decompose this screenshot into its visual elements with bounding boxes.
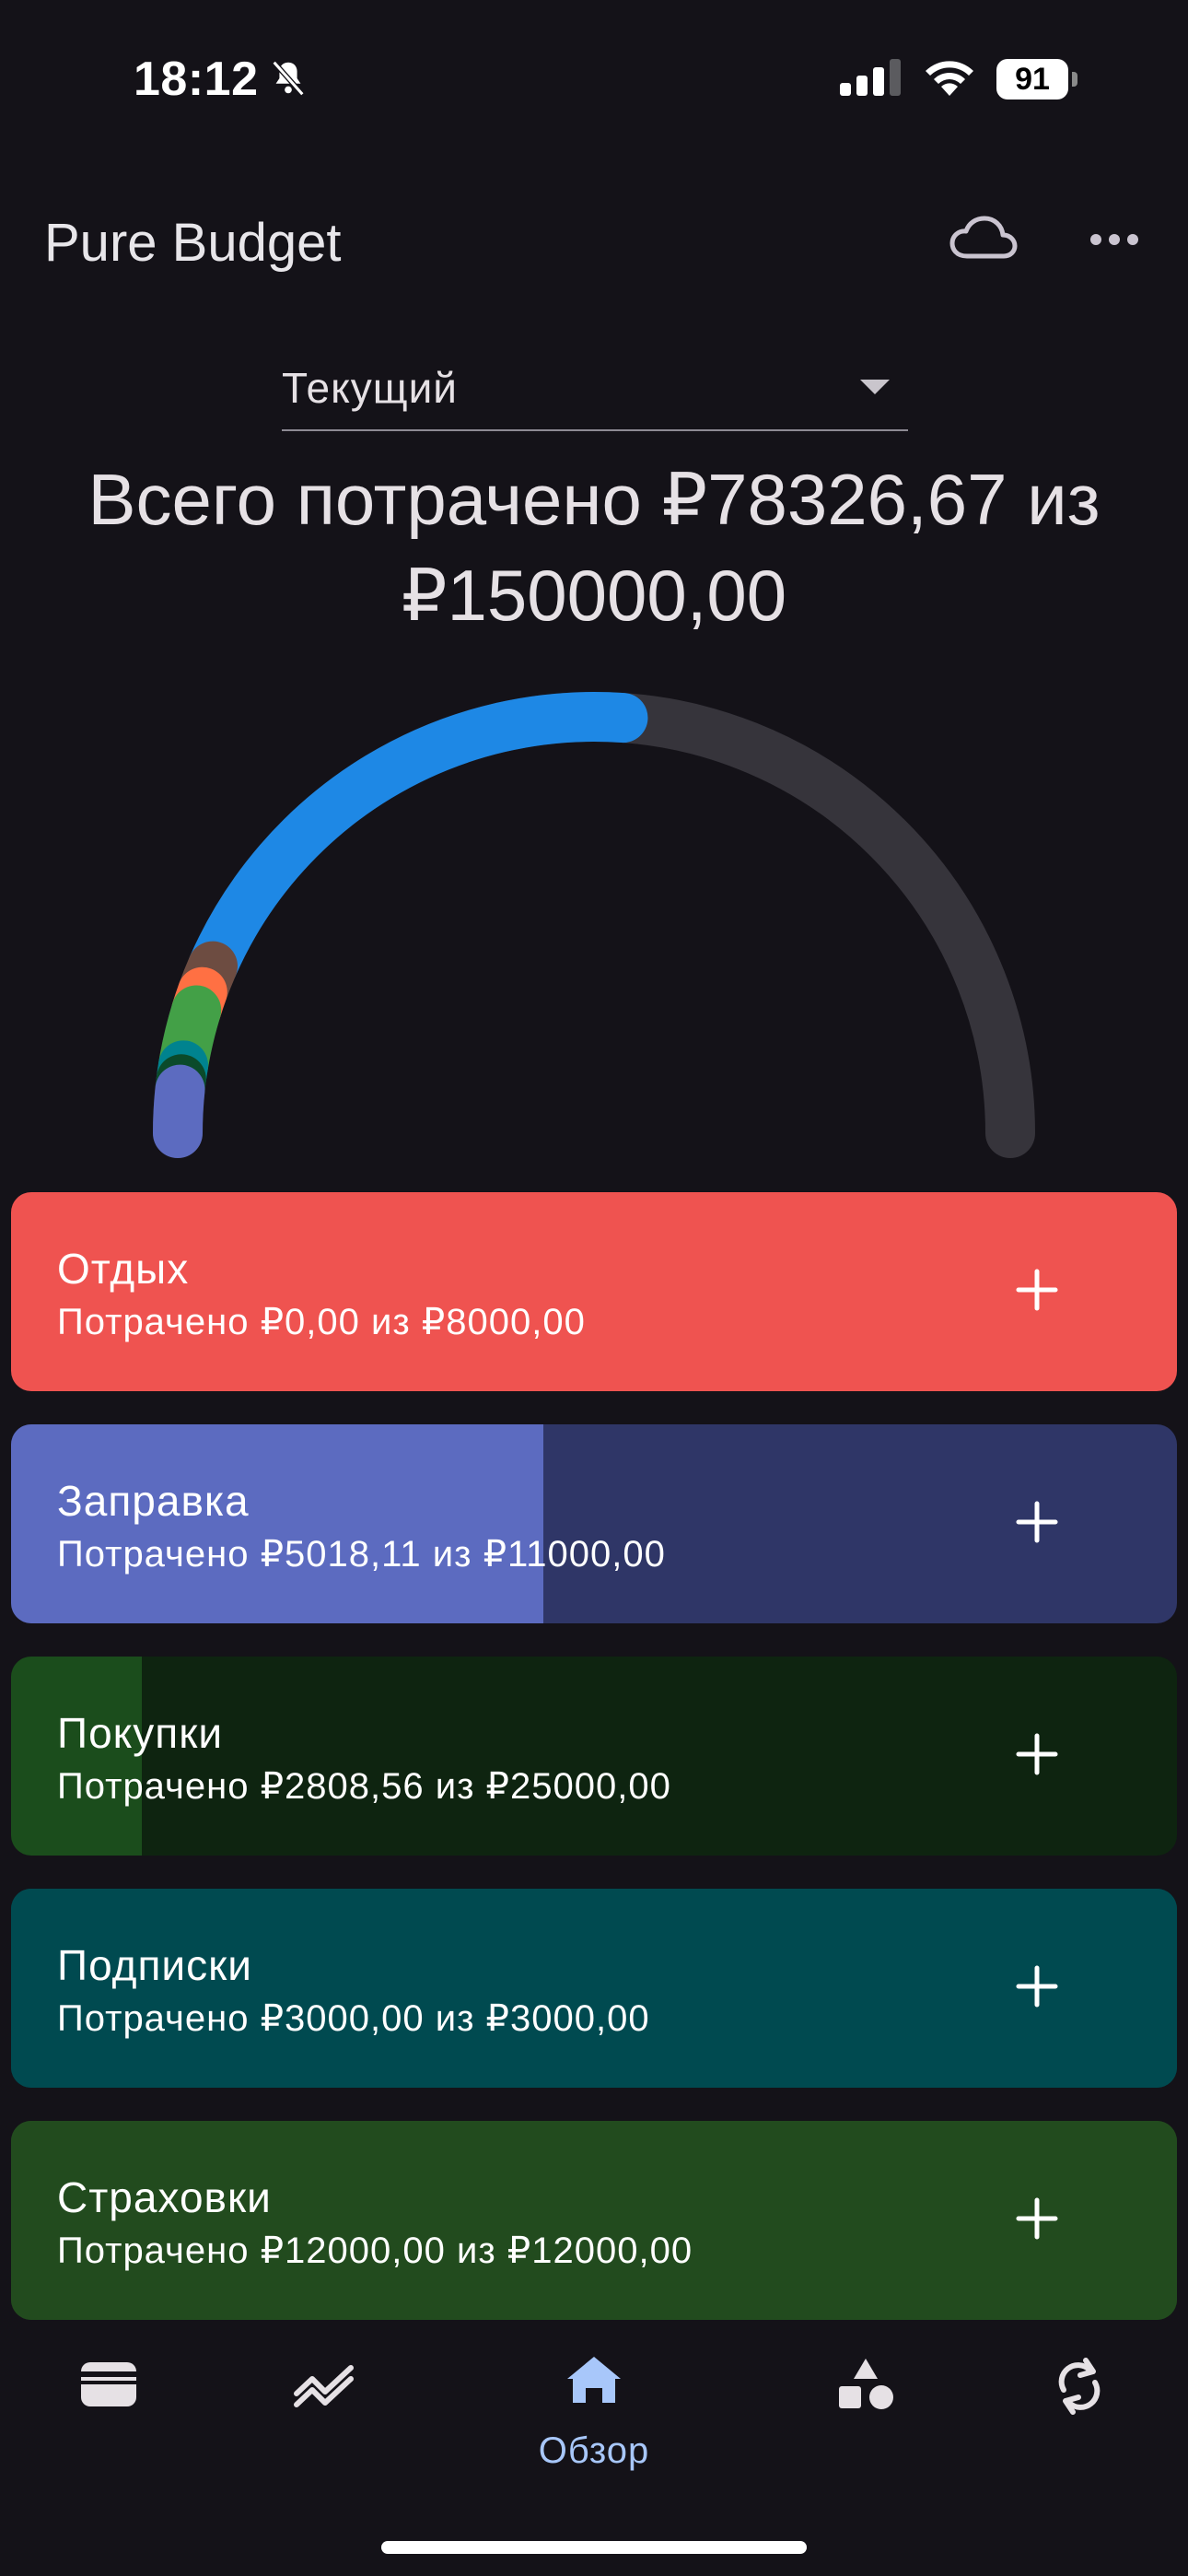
gauge-segment [187, 692, 648, 991]
category-name: Отдых [57, 1245, 190, 1293]
nav-overview[interactable]: Обзор [525, 2349, 663, 2488]
category-spent: Потрачено ₽12000,00 из ₽12000,00 [57, 2231, 693, 2271]
category-spent: Потрачено ₽5018,11 из ₽11000,00 [57, 1534, 666, 1575]
bell-off-icon [272, 60, 305, 97]
add-expense-button[interactable] [1007, 1957, 1066, 2016]
wifi-icon [926, 61, 973, 96]
total-line-2: ₽150000,00 [401, 555, 787, 636]
status-bar: 18:12 91 [0, 0, 1188, 157]
category-spent: Потрачено ₽0,00 из ₽8000,00 [57, 1302, 586, 1342]
gauge-track [153, 692, 1035, 1158]
app-title: Pure Budget [44, 213, 342, 273]
spending-gauge [153, 692, 1035, 1158]
period-dropdown[interactable]: Текущий [282, 350, 908, 431]
cloud-icon [949, 216, 1018, 259]
wallet-icon [81, 2362, 136, 2406]
trend-icon [294, 2365, 354, 2407]
nav-recurring[interactable] [1010, 2349, 1148, 2488]
nav-accounts[interactable] [40, 2349, 178, 2488]
gauge-segment [153, 1064, 205, 1158]
add-expense-button[interactable] [1007, 1493, 1066, 1551]
add-expense-button[interactable] [1007, 1260, 1066, 1319]
cloud-sync-button[interactable] [949, 212, 1028, 276]
category-card[interactable]: Страховки Потрачено ₽12000,00 из ₽12000,… [11, 2121, 1177, 2320]
category-name: Заправка [57, 1477, 250, 1525]
nav-overview-label: Обзор [538, 2430, 650, 2471]
category-spent: Потрачено ₽3000,00 из ₽3000,00 [57, 1998, 650, 2039]
battery-indicator: 91 [996, 59, 1079, 101]
category-name: Подписки [57, 1941, 252, 1989]
more-icon [1090, 234, 1138, 245]
dropdown-arrow-icon [860, 380, 890, 394]
battery-level: 91 [996, 59, 1068, 100]
total-line-1: Всего потрачено ₽78326,67 из [87, 459, 1101, 540]
signal-icon [840, 59, 901, 96]
add-expense-button[interactable] [1007, 1725, 1066, 1784]
category-card[interactable]: Заправка Потрачено ₽5018,11 из ₽11000,00 [11, 1424, 1177, 1623]
category-name: Страховки [57, 2173, 272, 2221]
more-options-button[interactable] [1087, 212, 1157, 276]
nav-categories[interactable] [797, 2349, 935, 2488]
status-time: 18:12 [134, 53, 259, 106]
shapes-icon [839, 2359, 893, 2409]
home-indicator [381, 2541, 807, 2554]
home-icon [567, 2357, 621, 2403]
category-name: Покупки [57, 1709, 224, 1757]
period-value: Текущий [282, 364, 458, 412]
category-card[interactable]: Подписки Потрачено ₽3000,00 из ₽3000,00 [11, 1889, 1177, 2088]
add-expense-button[interactable] [1007, 2189, 1066, 2248]
category-spent: Потрачено ₽2808,56 из ₽25000,00 [57, 1766, 671, 1807]
total-spent-summary: Всего потрачено ₽78326,67 из ₽150000,00 [18, 451, 1170, 643]
bottom-navigation: Обзор [0, 2331, 1188, 2576]
nav-trends[interactable] [255, 2349, 393, 2488]
sync-icon [1058, 2358, 1101, 2415]
category-card[interactable]: Отдых Потрачено ₽0,00 из ₽8000,00 [11, 1192, 1177, 1391]
app-bar: Pure Budget [0, 184, 1188, 304]
category-card[interactable]: Покупки Потрачено ₽2808,56 из ₽25000,00 [11, 1657, 1177, 1856]
